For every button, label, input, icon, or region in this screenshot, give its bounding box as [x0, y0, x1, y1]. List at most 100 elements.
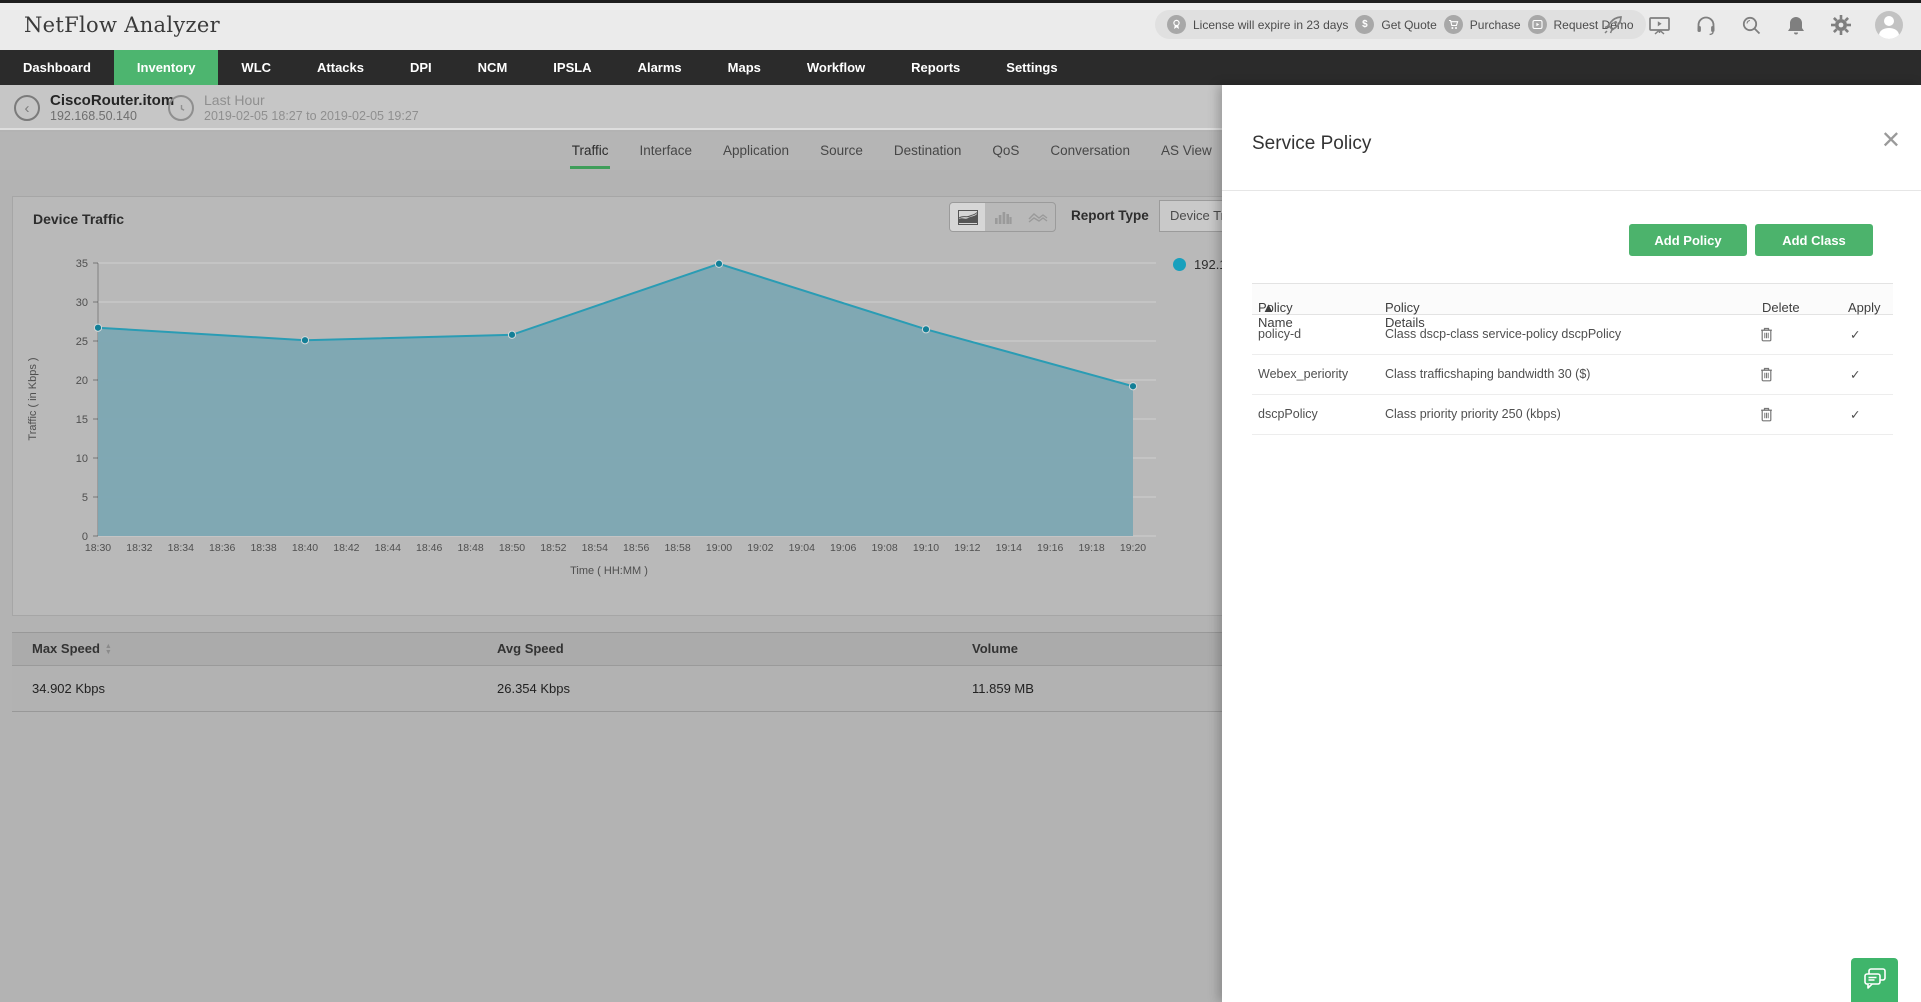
back-icon[interactable]: ‹: [14, 95, 40, 121]
svg-text:19:04: 19:04: [789, 542, 815, 554]
purchase-link[interactable]: Purchase: [1470, 18, 1521, 32]
stats-header-volume[interactable]: Volume: [972, 641, 1018, 656]
headset-icon[interactable]: [1694, 13, 1718, 37]
traffic-area-chart: 0510152025303518:30 18:32 18:34 18:36 18:38 1…: [27, 258, 1156, 577]
presentation-icon[interactable]: [1647, 13, 1672, 37]
app-header: NetFlow Analyzer License will expire in …: [0, 3, 1921, 50]
dollar-icon: $: [1355, 15, 1375, 34]
trash-icon[interactable]: [1760, 327, 1776, 345]
close-icon[interactable]: ✕: [1881, 129, 1901, 153]
tab-destination[interactable]: Destination: [892, 134, 964, 169]
svg-text:18:52: 18:52: [540, 542, 566, 554]
policy-details: Class dscp-class service-policy dscpPoli…: [1385, 327, 1622, 341]
stats-header-avg-speed[interactable]: Avg Speed: [497, 641, 564, 656]
nav-item-ipsla[interactable]: IPSLA: [530, 50, 614, 85]
tab-interface[interactable]: Interface: [637, 134, 694, 169]
svg-text:35: 35: [76, 258, 88, 270]
svg-text:Traffic ( in Kbps ): Traffic ( in Kbps ): [27, 357, 39, 440]
tab-traffic[interactable]: Traffic: [569, 134, 611, 169]
rocket-icon[interactable]: [1601, 13, 1625, 37]
gear-icon[interactable]: [1829, 13, 1853, 37]
svg-text:19:18: 19:18: [1078, 542, 1104, 554]
policy-details: Class priority priority 250 (kbps): [1385, 407, 1561, 421]
tab-conversation[interactable]: Conversation: [1048, 134, 1132, 169]
policy-name: Webex_periority: [1258, 367, 1349, 381]
tab-source[interactable]: Source: [818, 134, 865, 169]
license-text: License will expire in 23 days: [1193, 17, 1349, 32]
search-icon[interactable]: [1740, 14, 1763, 37]
report-type-label: Report Type: [1071, 208, 1149, 223]
policy-name: policy-d: [1258, 327, 1302, 341]
svg-text:19:10: 19:10: [913, 542, 939, 554]
video-icon: [1527, 15, 1547, 34]
nav-item-maps[interactable]: Maps: [705, 50, 784, 85]
svg-text:18:48: 18:48: [457, 542, 483, 554]
policy-row-Webex_periority: Webex_periority Class trafficshaping band…: [1252, 355, 1893, 395]
chat-icon: [1862, 967, 1888, 994]
nav-item-dashboard[interactable]: Dashboard: [0, 50, 114, 85]
svg-text:19:00: 19:00: [706, 542, 732, 554]
svg-text:18:56: 18:56: [623, 542, 649, 554]
policy-details: Class trafficshaping bandwidth 30 ($): [1385, 367, 1591, 381]
svg-text:19:12: 19:12: [954, 542, 980, 554]
nav-item-workflow[interactable]: Workflow: [784, 50, 888, 85]
tab-as-view[interactable]: AS View: [1159, 134, 1214, 169]
svg-text:18:54: 18:54: [582, 542, 608, 554]
svg-text:18:38: 18:38: [250, 542, 276, 554]
device-name: CiscoRouter.itom: [50, 92, 175, 109]
line-chart-icon[interactable]: [1020, 203, 1055, 231]
sort-asc-icon: ▲: [1262, 300, 1275, 315]
add-policy-button[interactable]: Add Policy: [1629, 224, 1747, 256]
check-icon[interactable]: ✓: [1850, 367, 1860, 382]
svg-text:18:42: 18:42: [333, 542, 359, 554]
nav-item-reports[interactable]: Reports: [888, 50, 983, 85]
tab-application[interactable]: Application: [721, 134, 791, 169]
stats-header-max-speed[interactable]: Max Speed ▲ ▼: [32, 641, 112, 656]
nav-item-dpi[interactable]: DPI: [387, 50, 455, 85]
cart-icon: [1443, 15, 1463, 34]
svg-text:15: 15: [76, 414, 88, 426]
panel-title: Service Policy: [1252, 133, 1372, 154]
medal-icon: [1167, 15, 1186, 34]
svg-text:20: 20: [76, 375, 88, 387]
window-top-edge: [0, 0, 1921, 3]
svg-text:5: 5: [82, 492, 88, 504]
check-icon[interactable]: ✓: [1850, 407, 1860, 422]
tab-qos[interactable]: QoS: [990, 134, 1021, 169]
add-class-button[interactable]: Add Class: [1755, 224, 1873, 256]
nav-item-wlc[interactable]: WLC: [218, 50, 294, 85]
bar-chart-icon[interactable]: [985, 203, 1020, 231]
netflow-analyzer-app: NetFlow Analyzer License will expire in …: [0, 0, 1921, 1002]
svg-text:18:46: 18:46: [416, 542, 442, 554]
check-icon[interactable]: ✓: [1850, 327, 1860, 342]
header-icon-bar: [1601, 11, 1903, 39]
chat-button[interactable]: [1851, 958, 1898, 1002]
svg-text:19:06: 19:06: [830, 542, 856, 554]
svg-text:30: 30: [76, 297, 88, 309]
time-period-selector[interactable]: Last Hour 2019-02-05 18:27 to 2019-02-05…: [168, 92, 419, 124]
policy-row-policy-d: policy-d Class dscp-class service-policy …: [1252, 315, 1893, 355]
bell-icon[interactable]: [1785, 14, 1807, 37]
policy-table-header: Policy Name ▲ Policy Details Delete Apply: [1252, 283, 1893, 330]
nav-item-inventory[interactable]: Inventory: [113, 50, 219, 85]
svg-text:18:34: 18:34: [168, 542, 194, 554]
trash-icon[interactable]: [1760, 407, 1776, 425]
area-chart-icon[interactable]: [950, 203, 985, 231]
svg-text:18:36: 18:36: [209, 542, 235, 554]
nav-item-settings[interactable]: Settings: [983, 50, 1080, 85]
svg-text:19:16: 19:16: [1037, 542, 1063, 554]
nav-item-ncm[interactable]: NCM: [455, 50, 531, 85]
svg-text:18:30: 18:30: [85, 542, 111, 554]
policy-table: Policy Name ▲ Policy Details Delete Apply…: [1252, 283, 1893, 435]
nav-item-alarms[interactable]: Alarms: [615, 50, 705, 85]
trash-icon[interactable]: [1760, 367, 1776, 385]
time-range: 2019-02-05 18:27 to 2019-02-05 19:27: [204, 109, 419, 123]
svg-text:18:40: 18:40: [292, 542, 318, 554]
get-quote-link[interactable]: Get Quote: [1381, 18, 1436, 32]
svg-text:19:08: 19:08: [871, 542, 897, 554]
device-ip: 192.168.50.140: [50, 109, 137, 123]
time-period-label: Last Hour: [204, 92, 265, 108]
svg-text:Time ( HH:MM ): Time ( HH:MM ): [570, 565, 648, 577]
user-avatar[interactable]: [1875, 11, 1903, 39]
nav-item-attacks[interactable]: Attacks: [294, 50, 387, 85]
